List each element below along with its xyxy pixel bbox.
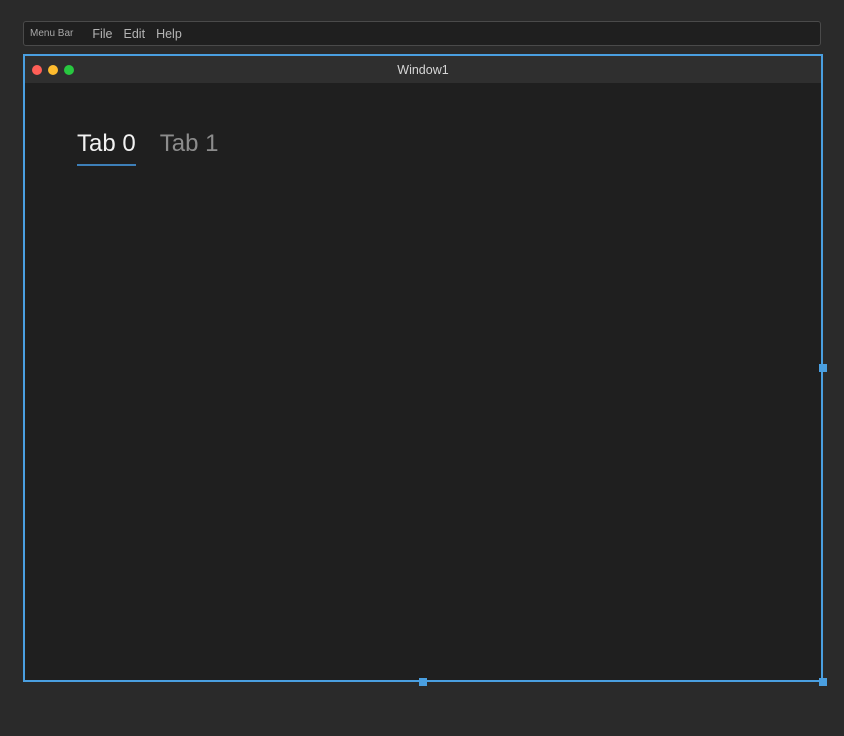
menu-bar-title: Menu Bar [30,28,74,39]
resize-handle-bottom[interactable] [419,678,427,686]
window-titlebar[interactable]: Window1 [25,56,821,83]
menu-item-edit[interactable]: Edit [124,27,146,41]
maximize-button[interactable] [64,65,74,75]
window[interactable]: Window1 Tab 0 Tab 1 [23,54,823,682]
tab-1[interactable]: Tab 1 [160,132,219,166]
tab-bar: Tab 0 Tab 1 [77,132,218,166]
resize-handle-corner[interactable] [819,678,827,686]
window-controls [32,65,74,75]
tab-0[interactable]: Tab 0 [77,132,136,166]
resize-handle-right[interactable] [819,364,827,372]
menu-bar: Menu Bar File Edit Help [23,21,821,46]
close-button[interactable] [32,65,42,75]
menu-item-file[interactable]: File [92,27,112,41]
menu-item-help[interactable]: Help [156,27,182,41]
window-title: Window1 [397,62,449,77]
minimize-button[interactable] [48,65,58,75]
